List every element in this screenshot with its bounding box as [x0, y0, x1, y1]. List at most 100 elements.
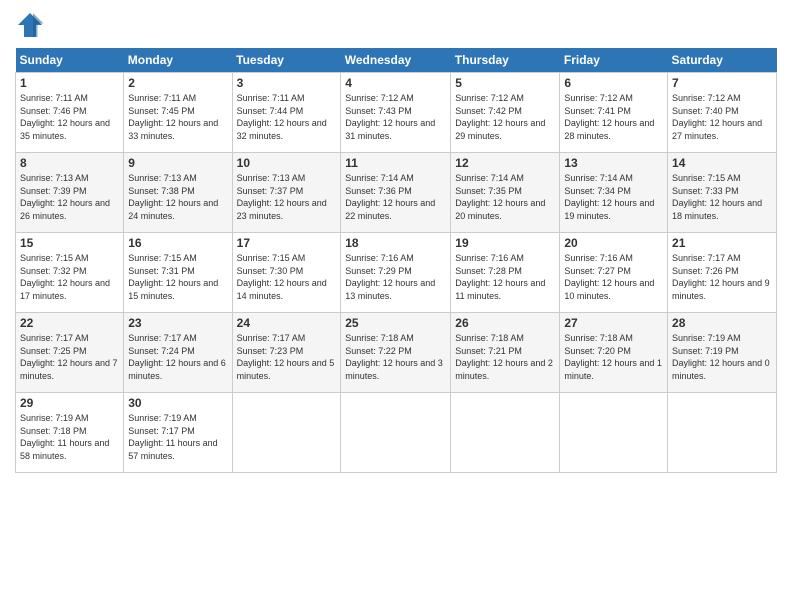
calendar-day-cell: 8Sunrise: 7:13 AMSunset: 7:39 PMDaylight…: [16, 153, 124, 233]
calendar-day-cell: 15Sunrise: 7:15 AMSunset: 7:32 PMDayligh…: [16, 233, 124, 313]
calendar-day-cell: 12 Sunrise: 7:14 AMSunset: 7:35 PMDayligh…: [451, 153, 560, 233]
calendar-day-cell: 2 Sunrise: 7:11 AMSunset: 7:45 PMDaylight…: [124, 73, 232, 153]
calendar-day-cell: 17 Sunrise: 7:15 AMSunset: 7:30 PMDayligh…: [232, 233, 341, 313]
day-info: Sunrise: 7:12 AMSunset: 7:41 PMDaylight:…: [564, 92, 663, 142]
day-info: Sunrise: 7:13 AMSunset: 7:39 PMDaylight:…: [20, 172, 119, 222]
day-info: Sunrise: 7:17 AMSunset: 7:24 PMDaylight:…: [128, 332, 227, 382]
calendar-week-row: 29Sunrise: 7:19 AMSunset: 7:18 PMDayligh…: [16, 393, 777, 473]
day-info: Sunrise: 7:16 AMSunset: 7:28 PMDaylight:…: [455, 252, 555, 302]
logo: [15, 10, 49, 40]
calendar-day-cell: 23 Sunrise: 7:17 AMSunset: 7:24 PMDayligh…: [124, 313, 232, 393]
day-info: Sunrise: 7:15 AMSunset: 7:31 PMDaylight:…: [128, 252, 227, 302]
weekday-header-row: SundayMondayTuesdayWednesdayThursdayFrid…: [16, 48, 777, 73]
logo-icon: [15, 10, 45, 40]
day-number: 26: [455, 316, 555, 330]
day-number: 7: [672, 76, 772, 90]
day-number: 25: [345, 316, 446, 330]
day-number: 19: [455, 236, 555, 250]
day-info: Sunrise: 7:15 AMSunset: 7:30 PMDaylight:…: [237, 252, 337, 302]
calendar-day-cell: 3 Sunrise: 7:11 AMSunset: 7:44 PMDaylight…: [232, 73, 341, 153]
day-info: Sunrise: 7:14 AMSunset: 7:35 PMDaylight:…: [455, 172, 555, 222]
calendar-day-cell: 16 Sunrise: 7:15 AMSunset: 7:31 PMDayligh…: [124, 233, 232, 313]
day-number: 24: [237, 316, 337, 330]
calendar-day-cell: 25 Sunrise: 7:18 AMSunset: 7:22 PMDayligh…: [341, 313, 451, 393]
day-info: Sunrise: 7:17 AMSunset: 7:26 PMDaylight:…: [672, 252, 772, 302]
day-info: Sunrise: 7:11 AMSunset: 7:44 PMDaylight:…: [237, 92, 337, 142]
calendar-day-cell: 6 Sunrise: 7:12 AMSunset: 7:41 PMDaylight…: [560, 73, 668, 153]
calendar-day-cell: 19 Sunrise: 7:16 AMSunset: 7:28 PMDayligh…: [451, 233, 560, 313]
day-info: Sunrise: 7:16 AMSunset: 7:29 PMDaylight:…: [345, 252, 446, 302]
day-info: Sunrise: 7:19 AMSunset: 7:17 PMDaylight:…: [128, 412, 227, 462]
weekday-header: Friday: [560, 48, 668, 73]
day-number: 10: [237, 156, 337, 170]
day-number: 27: [564, 316, 663, 330]
calendar-day-cell: 22 Sunrise: 7:17 AMSunset: 7:25 PMDayligh…: [16, 313, 124, 393]
calendar-week-row: 15Sunrise: 7:15 AMSunset: 7:32 PMDayligh…: [16, 233, 777, 313]
day-info: Sunrise: 7:13 AMSunset: 7:38 PMDaylight:…: [128, 172, 227, 222]
day-info: Sunrise: 7:11 AMSunset: 7:46 PMDaylight:…: [20, 92, 119, 142]
calendar-day-cell: 14 Sunrise: 7:15 AMSunset: 7:33 PMDayligh…: [668, 153, 777, 233]
day-number: 11: [345, 156, 446, 170]
calendar-day-cell: 28 Sunrise: 7:19 AMSunset: 7:19 PMDayligh…: [668, 313, 777, 393]
day-number: 30: [128, 396, 227, 410]
day-number: 12: [455, 156, 555, 170]
day-info: Sunrise: 7:16 AMSunset: 7:27 PMDaylight:…: [564, 252, 663, 302]
day-info: Sunrise: 7:17 AMSunset: 7:23 PMDaylight:…: [237, 332, 337, 382]
day-info: Sunrise: 7:18 AMSunset: 7:20 PMDaylight:…: [564, 332, 663, 382]
day-number: 13: [564, 156, 663, 170]
calendar-day-cell: 5Sunrise: 7:12 AMSunset: 7:42 PMDaylight…: [451, 73, 560, 153]
day-info: Sunrise: 7:18 AMSunset: 7:21 PMDaylight:…: [455, 332, 555, 382]
day-info: Sunrise: 7:15 AMSunset: 7:33 PMDaylight:…: [672, 172, 772, 222]
day-number: 23: [128, 316, 227, 330]
calendar-day-cell: 7 Sunrise: 7:12 AMSunset: 7:40 PMDaylight…: [668, 73, 777, 153]
calendar-day-cell: [232, 393, 341, 473]
weekday-header: Thursday: [451, 48, 560, 73]
day-info: Sunrise: 7:12 AMSunset: 7:40 PMDaylight:…: [672, 92, 772, 142]
calendar-day-cell: 20Sunrise: 7:16 AMSunset: 7:27 PMDayligh…: [560, 233, 668, 313]
day-number: 21: [672, 236, 772, 250]
calendar-day-cell: 21 Sunrise: 7:17 AMSunset: 7:26 PMDayligh…: [668, 233, 777, 313]
day-info: Sunrise: 7:17 AMSunset: 7:25 PMDaylight:…: [20, 332, 119, 382]
weekday-header: Tuesday: [232, 48, 341, 73]
weekday-header: Monday: [124, 48, 232, 73]
day-number: 9: [128, 156, 227, 170]
day-info: Sunrise: 7:11 AMSunset: 7:45 PMDaylight:…: [128, 92, 227, 142]
day-number: 17: [237, 236, 337, 250]
calendar-day-cell: 24 Sunrise: 7:17 AMSunset: 7:23 PMDayligh…: [232, 313, 341, 393]
header: [15, 10, 777, 40]
calendar-day-cell: 13 Sunrise: 7:14 AMSunset: 7:34 PMDayligh…: [560, 153, 668, 233]
weekday-header: Wednesday: [341, 48, 451, 73]
day-number: 18: [345, 236, 446, 250]
day-number: 5: [455, 76, 555, 90]
day-number: 6: [564, 76, 663, 90]
weekday-header: Sunday: [16, 48, 124, 73]
day-number: 3: [237, 76, 337, 90]
day-number: 14: [672, 156, 772, 170]
calendar-week-row: 22 Sunrise: 7:17 AMSunset: 7:25 PMDayligh…: [16, 313, 777, 393]
calendar-day-cell: 9 Sunrise: 7:13 AMSunset: 7:38 PMDaylight…: [124, 153, 232, 233]
calendar-week-row: 8Sunrise: 7:13 AMSunset: 7:39 PMDaylight…: [16, 153, 777, 233]
day-number: 1: [20, 76, 119, 90]
day-number: 2: [128, 76, 227, 90]
calendar-week-row: 1 Sunrise: 7:11 AMSunset: 7:46 PMDaylight…: [16, 73, 777, 153]
day-info: Sunrise: 7:19 AMSunset: 7:19 PMDaylight:…: [672, 332, 772, 382]
calendar-day-cell: 29Sunrise: 7:19 AMSunset: 7:18 PMDayligh…: [16, 393, 124, 473]
calendar-table: SundayMondayTuesdayWednesdayThursdayFrid…: [15, 48, 777, 473]
day-number: 29: [20, 396, 119, 410]
day-number: 4: [345, 76, 446, 90]
day-number: 28: [672, 316, 772, 330]
day-number: 22: [20, 316, 119, 330]
calendar-day-cell: [451, 393, 560, 473]
day-info: Sunrise: 7:12 AMSunset: 7:43 PMDaylight:…: [345, 92, 446, 142]
day-info: Sunrise: 7:13 AMSunset: 7:37 PMDaylight:…: [237, 172, 337, 222]
weekday-header: Saturday: [668, 48, 777, 73]
day-info: Sunrise: 7:18 AMSunset: 7:22 PMDaylight:…: [345, 332, 446, 382]
day-info: Sunrise: 7:14 AMSunset: 7:36 PMDaylight:…: [345, 172, 446, 222]
calendar-day-cell: [668, 393, 777, 473]
day-info: Sunrise: 7:14 AMSunset: 7:34 PMDaylight:…: [564, 172, 663, 222]
day-number: 16: [128, 236, 227, 250]
calendar-day-cell: 1 Sunrise: 7:11 AMSunset: 7:46 PMDaylight…: [16, 73, 124, 153]
calendar-day-cell: [341, 393, 451, 473]
page-container: SundayMondayTuesdayWednesdayThursdayFrid…: [0, 0, 792, 483]
calendar-day-cell: 26 Sunrise: 7:18 AMSunset: 7:21 PMDayligh…: [451, 313, 560, 393]
